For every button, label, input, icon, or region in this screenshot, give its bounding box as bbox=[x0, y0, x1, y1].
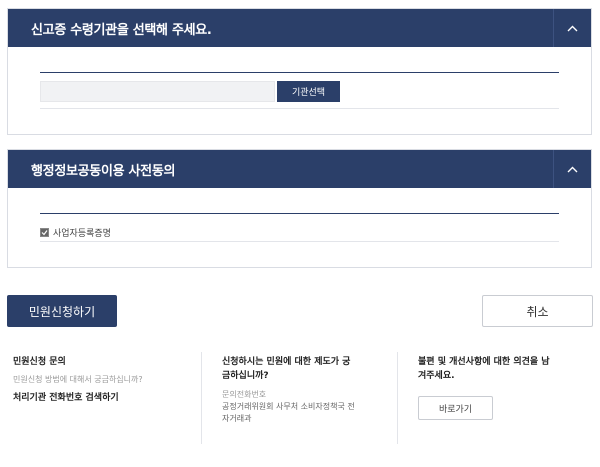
help-inquiry: 민원신청 문의 민원신청 방법에 대해서 궁금하십니까? 처리기관 전화번호 검… bbox=[13, 355, 193, 405]
help-system-text-2: 자거래과 bbox=[222, 414, 252, 423]
consent-panel: 행정정보공동이용 사전동의 사업자등록증명 bbox=[7, 149, 592, 268]
org-select-title: 신고증 수령기관을 선택해 주세요. bbox=[31, 22, 212, 38]
select-org-button[interactable]: 기관선택 bbox=[277, 81, 340, 102]
help-feedback-title-2: 겨주세요. bbox=[418, 371, 455, 381]
consent-bottom-divider bbox=[40, 241, 559, 242]
help-separator bbox=[397, 352, 398, 444]
org-select-header: 신고증 수령기관을 선택해 주세요. bbox=[8, 9, 591, 47]
help-system-label: 문의전화번호 bbox=[222, 390, 267, 399]
org-select-bottom-divider bbox=[40, 108, 559, 109]
feedback-go-button[interactable]: 바로가기 bbox=[418, 396, 493, 420]
consent-title: 행정정보공동이용 사전동의 bbox=[31, 163, 176, 179]
help-inquiry-sub: 민원신청 방법에 대해서 궁금하십니까? bbox=[13, 375, 143, 384]
help-inquiry-title: 민원신청 문의 bbox=[13, 357, 66, 367]
consent-collapse-toggle[interactable] bbox=[553, 150, 591, 188]
org-select-divider bbox=[40, 72, 559, 73]
consent-checkbox[interactable] bbox=[40, 228, 49, 237]
cancel-button[interactable]: 취소 bbox=[482, 295, 593, 327]
help-system: 신청하시는 민원에 대한 제도가 궁 금하십니까? 문의전화번호 공정거래위원회… bbox=[222, 355, 387, 425]
check-icon bbox=[41, 230, 48, 236]
search-agency-phone-link[interactable]: 처리기관 전화번호 검색하기 bbox=[13, 391, 193, 405]
consent-header: 행정정보공동이용 사전동의 bbox=[8, 150, 591, 188]
consent-label[interactable]: 사업자등록증명 bbox=[53, 226, 111, 239]
help-system-text-1: 공정거래위원회 사무처 소비자정책국 전 bbox=[222, 402, 355, 411]
org-select-collapse-toggle[interactable] bbox=[553, 9, 591, 47]
chevron-up-icon bbox=[567, 25, 578, 31]
help-feedback-title-1: 불편 및 개선사항에 대한 의견을 남 bbox=[418, 357, 550, 367]
chevron-up-icon bbox=[567, 166, 578, 172]
help-feedback: 불편 및 개선사항에 대한 의견을 남 겨주세요. 바로가기 bbox=[418, 355, 588, 420]
org-select-panel: 신고증 수령기관을 선택해 주세요. 기관선택 bbox=[7, 8, 592, 135]
consent-divider bbox=[40, 213, 559, 214]
help-system-title-2: 금하십니까? bbox=[222, 371, 269, 381]
help-separator bbox=[201, 352, 202, 444]
org-name-field[interactable] bbox=[40, 81, 275, 102]
help-system-title-1: 신청하시는 민원에 대한 제도가 궁 bbox=[222, 357, 351, 367]
consent-item: 사업자등록증명 bbox=[40, 226, 111, 239]
submit-application-button[interactable]: 민원신청하기 bbox=[7, 295, 117, 327]
